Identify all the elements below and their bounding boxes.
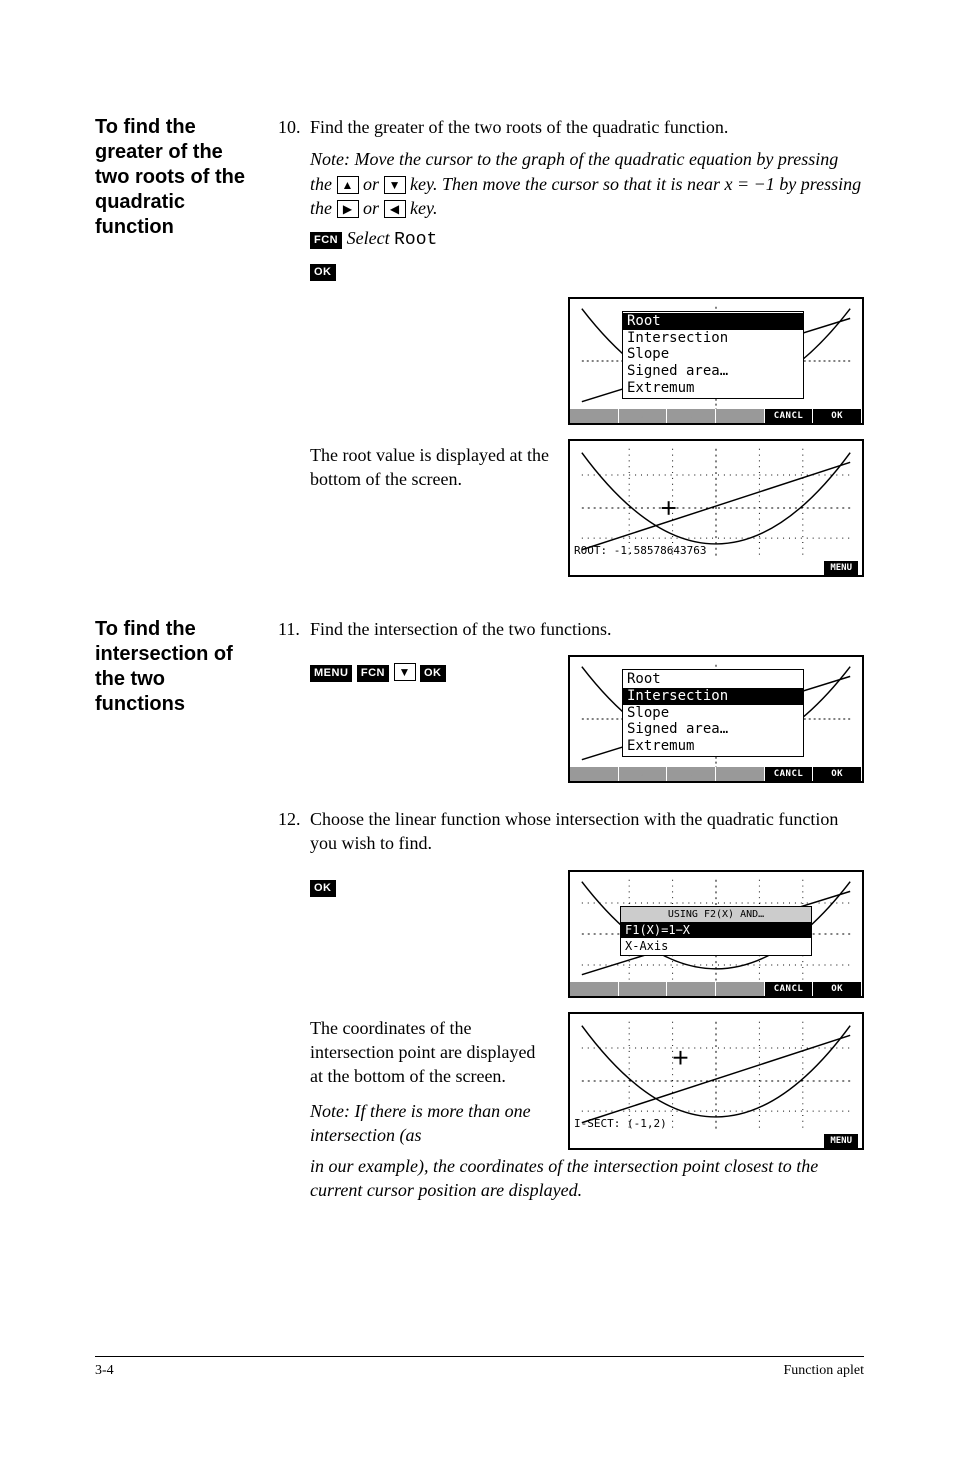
step-text: Find the greater of the two roots of the… [310, 117, 728, 137]
fcn-softkey: FCN [310, 232, 342, 249]
step-10: 10. Find the greater of the two roots of… [278, 115, 864, 577]
step-note: Note: Move the cursor to the graph of th… [310, 147, 864, 220]
popup-item[interactable]: Extremum [623, 738, 803, 755]
softbar-blank: . [570, 982, 619, 996]
side-heading-intersection: To find the intersection of the two func… [95, 617, 260, 1214]
left-key-icon: ◀ [384, 200, 406, 218]
step-number: 10. [278, 115, 301, 139]
isect-result-text: The coordinates of the intersection poin… [310, 1016, 550, 1089]
fcn-popup: Root Intersection Slope Signed area… Ext… [622, 311, 804, 399]
ok-softkey[interactable]: OK [813, 982, 862, 996]
popup-item[interactable]: Signed area… [623, 721, 803, 738]
softbar-blank: . [667, 409, 716, 423]
step-text: Choose the linear function whose interse… [310, 809, 838, 853]
popup-item[interactable]: Signed area… [623, 363, 803, 380]
softbar-blank: . [716, 767, 765, 781]
softbar-blank: . [716, 982, 765, 996]
key-sequence-2: MENU FCN ▼ OK [310, 659, 550, 683]
popup-item[interactable]: Intersection [623, 688, 803, 705]
ok-softkey: OK [310, 264, 336, 281]
root-value-label: ROOT: -1.58578643763 [574, 544, 706, 559]
page-number: 3-4 [95, 1363, 114, 1379]
key-sequence-1: FCN Select Root [310, 226, 864, 252]
step-number: 11. [278, 617, 300, 641]
ok-softkey: OK [310, 880, 336, 897]
ok-softkey[interactable]: OK [813, 409, 862, 423]
calc-screen-fcn-isect: Root Intersection Slope Signed area… Ext… [568, 655, 864, 783]
right-key-icon: ▶ [337, 200, 359, 218]
popup-item[interactable]: Extremum [623, 380, 803, 397]
cancl-softkey[interactable]: CANCL [765, 409, 814, 423]
menu-softkey: MENU [310, 665, 352, 682]
softbar-blank: . [619, 982, 668, 996]
isect-note-line1: Note: If there is more than one intersec… [310, 1099, 550, 1148]
down-key-icon: ▼ [384, 176, 406, 194]
calc-screen-fcn-root: Root Intersection Slope Signed area… Ext… [568, 297, 864, 425]
footer-label: Function aplet [784, 1363, 865, 1379]
step-text: Find the intersection of the two functio… [310, 619, 611, 639]
softbar-blank: . [570, 767, 619, 781]
popup-item[interactable]: Slope [623, 346, 803, 363]
side-heading-roots: To find the greater of the two roots of … [95, 115, 260, 589]
choose-function-dialog: USING F2(X) AND… F1(X)=1−X X-Axis [620, 906, 812, 956]
step-number: 12. [278, 807, 301, 831]
calc-screen-isect-result: I-SECT: (-1,2) MENU [568, 1012, 864, 1150]
ok-softkey[interactable]: OK [813, 767, 862, 781]
popup-item[interactable]: Intersection [623, 330, 803, 347]
softbar-blank: . [667, 982, 716, 996]
isect-value-label: I-SECT: (-1,2) [574, 1117, 667, 1132]
fcn-softkey: FCN [357, 665, 389, 682]
softbar-blank: . [619, 767, 668, 781]
menu-softkey[interactable]: MENU [824, 1134, 858, 1148]
ok-softkey: OK [420, 665, 446, 682]
softbar-blank: . [570, 409, 619, 423]
dialog-title: USING F2(X) AND… [621, 907, 811, 923]
popup-item[interactable]: Root [623, 313, 803, 330]
calc-screen-root-result: ROOT: -1.58578643763 MENU [568, 439, 864, 577]
popup-item[interactable]: Slope [623, 705, 803, 722]
down-key-icon: ▼ [394, 663, 416, 681]
step-11: 11. Find the intersection of the two fun… [278, 617, 864, 783]
cancl-softkey[interactable]: CANCL [765, 982, 814, 996]
menu-softkey[interactable]: MENU [824, 561, 858, 575]
isect-note-line2: in our example), the coordinates of the … [310, 1154, 864, 1203]
softbar-blank: . [619, 409, 668, 423]
dialog-option[interactable]: X-Axis [621, 938, 811, 954]
up-key-icon: ▲ [337, 176, 359, 194]
softbar-blank: . [716, 409, 765, 423]
popup-item[interactable]: Root [623, 671, 803, 688]
cancl-softkey[interactable]: CANCL [765, 767, 814, 781]
dialog-option[interactable]: F1(X)=1−X [621, 922, 811, 938]
fcn-popup: Root Intersection Slope Signed area… Ext… [622, 669, 804, 757]
calc-screen-choose-fn: USING F2(X) AND… F1(X)=1−X X-Axis . . . … [568, 870, 864, 998]
root-result-text: The root value is displayed at the botto… [310, 439, 550, 492]
softbar-blank: . [667, 767, 716, 781]
step-12: 12. Choose the linear function whose int… [278, 807, 864, 1202]
